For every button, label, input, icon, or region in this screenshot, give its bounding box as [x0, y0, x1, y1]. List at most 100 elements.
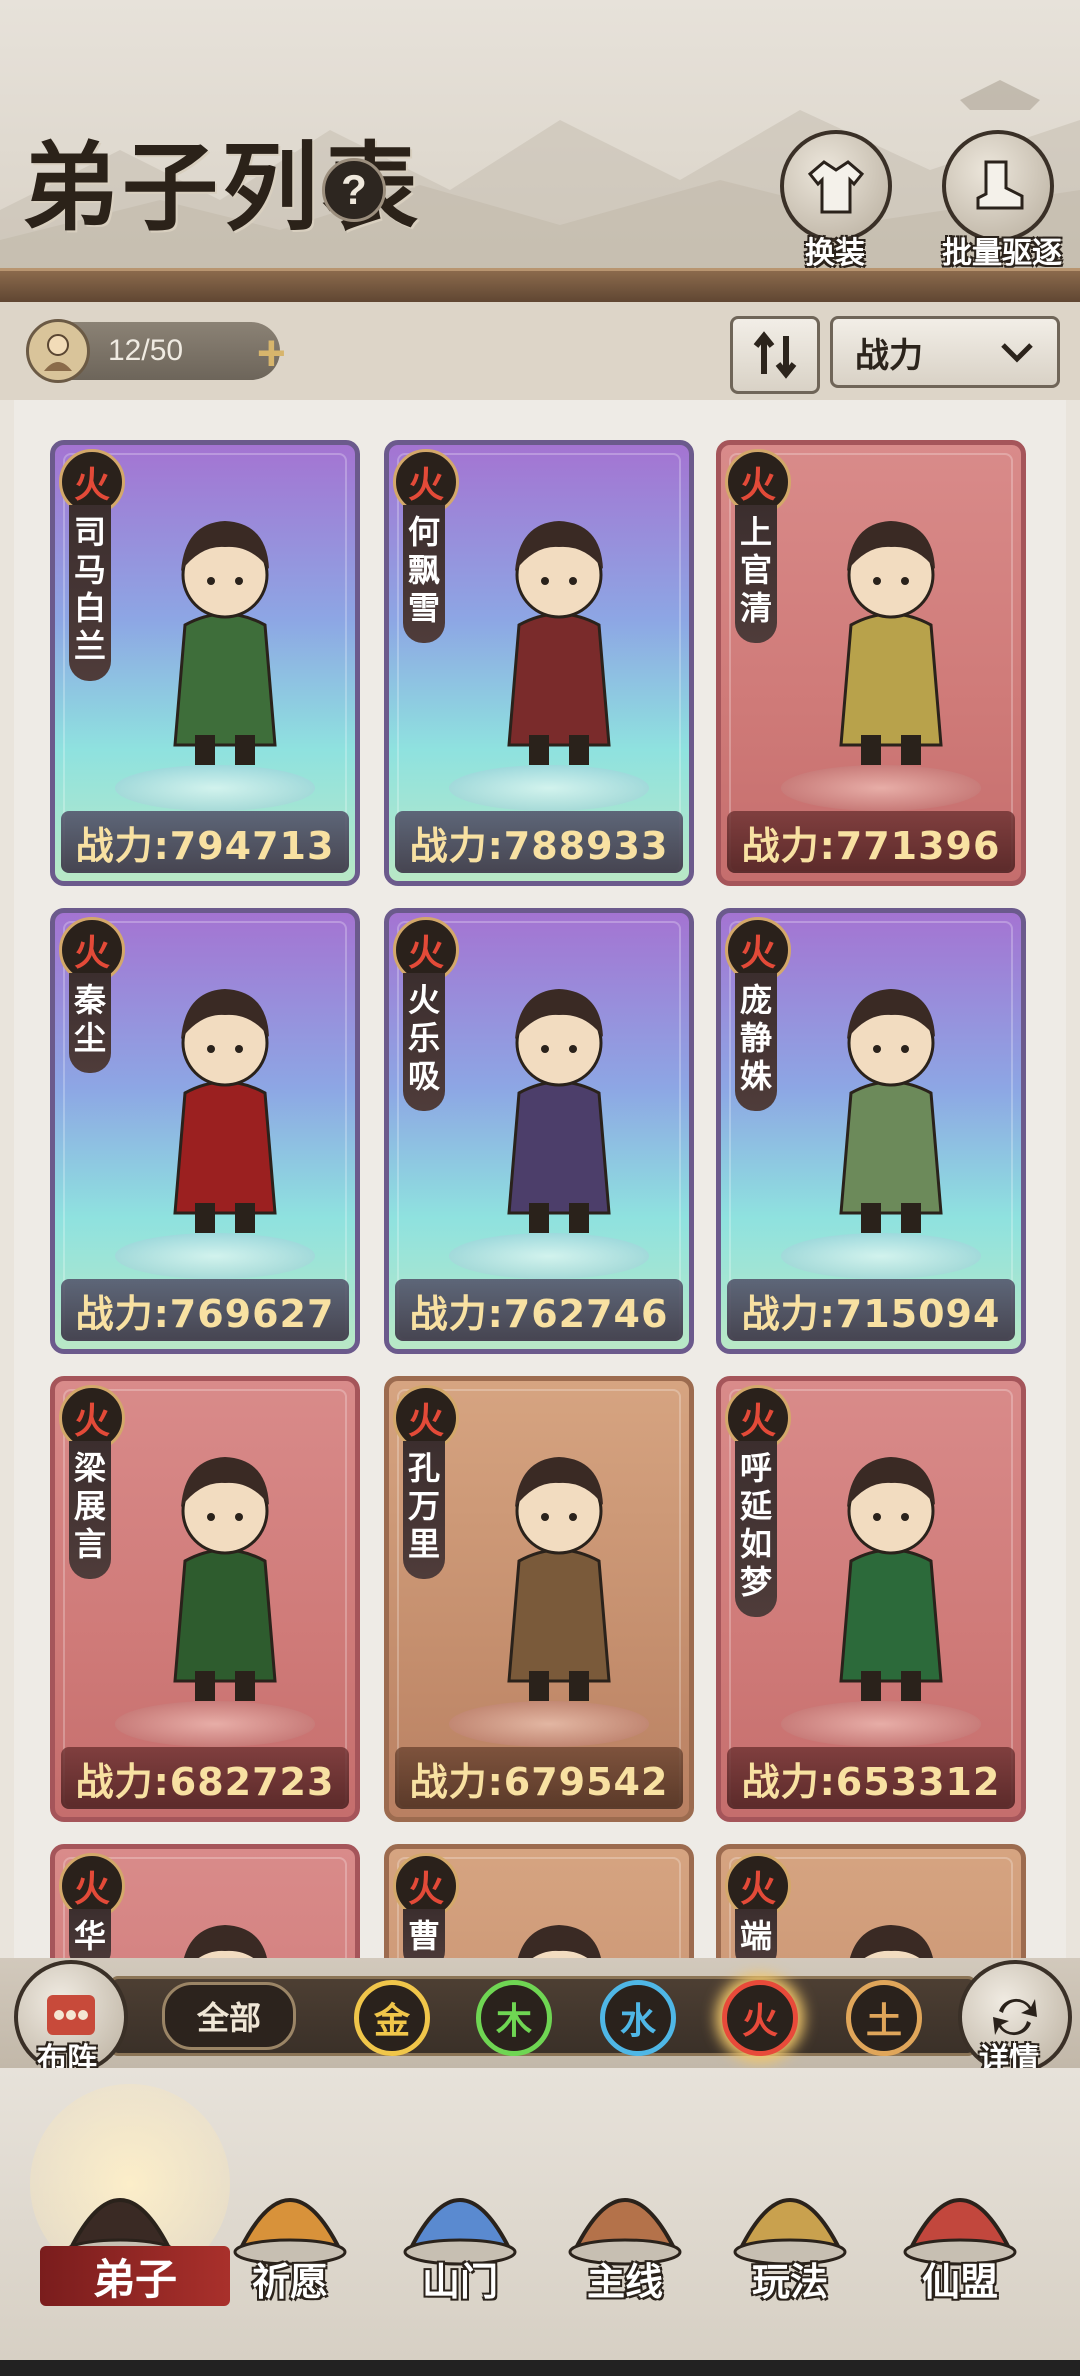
disciple-name: 秦尘 [69, 973, 111, 1073]
disciple-card[interactable]: 火孔万里战力:679542 [384, 1376, 694, 1822]
name-char: 乐 [407, 1019, 440, 1057]
name-char: 火 [407, 981, 440, 1019]
name-char: 吸 [407, 1057, 440, 1095]
disciple-portrait [839, 989, 943, 1233]
batch-expel-button[interactable]: 批量驱逐 [942, 130, 1062, 272]
disciple-portrait [173, 521, 277, 765]
nav-item-3[interactable]: 主线 [545, 2130, 705, 2306]
name-char: 清 [739, 589, 772, 627]
nav-item-1[interactable]: 祈愿 [210, 2130, 370, 2306]
disciple-portrait [183, 1925, 268, 1960]
filter-element-2[interactable]: 水 [600, 1980, 676, 2056]
combat-power: 战力:679542 [395, 1747, 683, 1809]
name-char: 白 [73, 589, 106, 627]
sort-arrows-icon [753, 331, 797, 379]
name-char: 上 [739, 513, 772, 551]
name-char: 万 [407, 1487, 440, 1525]
disciple-card[interactable]: 火庞静姝战力:715094 [716, 908, 1026, 1354]
help-button[interactable]: ? [322, 158, 386, 222]
robe-icon [780, 130, 892, 242]
name-char: 华 [73, 1917, 106, 1955]
disciple-portrait [839, 1457, 943, 1701]
filter-element-4[interactable]: 土 [846, 1980, 922, 2056]
name-char: 里 [407, 1525, 440, 1563]
nav-item-2[interactable]: 山门 [380, 2130, 540, 2306]
disciple-grid: 火司马白兰战力:794713 火何飘雪战力:788933 火上官清战力:771396… [14, 400, 1066, 1960]
filter-element-0[interactable]: 金 [354, 1980, 430, 2056]
change-outfit-label: 换装 [805, 237, 865, 270]
disciple-card[interactable]: 火梁展言战力:682723 [50, 1376, 360, 1822]
name-char: 延 [739, 1487, 772, 1525]
combat-power: 战力:794713 [61, 811, 349, 873]
disciple-card[interactable]: 火华 [50, 1844, 360, 1960]
disciple-portrait [507, 1457, 611, 1701]
screen-edge [0, 2360, 1080, 2376]
disciple-card[interactable]: 火端 [716, 1844, 1026, 1960]
combat-power: 战力:771396 [727, 811, 1015, 873]
sort-select[interactable]: 战力 [830, 316, 1060, 388]
disciple-name: 何飘雪 [403, 505, 445, 643]
disciple-name: 司马白兰 [69, 505, 111, 681]
add-slot-button[interactable]: + [257, 324, 286, 382]
chevron-down-icon [1001, 343, 1033, 363]
name-char: 飘 [407, 551, 440, 589]
name-char: 雪 [407, 589, 440, 627]
disciple-avatar-icon [26, 319, 90, 383]
name-char: 何 [407, 513, 440, 551]
disciple-card[interactable]: 火呼延如梦战力:653312 [716, 1376, 1026, 1822]
boot-icon [942, 130, 1054, 242]
nav-item-4[interactable]: 玩法 [710, 2130, 870, 2306]
disciple-name: 端 [735, 1909, 777, 1960]
nav-label: 弟子 [40, 2246, 230, 2306]
disciple-name: 华 [69, 1909, 111, 1960]
disciple-portrait [507, 989, 611, 1233]
name-char: 曹 [407, 1917, 440, 1955]
disciple-card[interactable]: 火曹 [384, 1844, 694, 1960]
name-char: 秦 [73, 981, 106, 1019]
disciple-portrait [173, 1457, 277, 1701]
toolbar: 12/50 + 战力 [0, 302, 1080, 400]
disciple-card[interactable]: 火何飘雪战力:788933 [384, 440, 694, 886]
nav-icon [568, 2198, 682, 2266]
nav-icon [233, 2198, 347, 2266]
name-char: 官 [739, 551, 772, 589]
name-char: 司 [73, 513, 106, 551]
name-char: 姝 [739, 1057, 772, 1095]
name-char: 展 [73, 1487, 106, 1525]
nav-icon [733, 2198, 847, 2266]
disciple-card[interactable]: 火司马白兰战力:794713 [50, 440, 360, 886]
name-char: 梦 [739, 1563, 772, 1601]
sort-select-value: 战力 [855, 336, 923, 375]
nav-icon [903, 2198, 1017, 2266]
disciple-name: 上官清 [735, 505, 777, 643]
combat-power: 战力:769627 [61, 1279, 349, 1341]
disciple-portrait [849, 1925, 934, 1960]
name-char: 如 [739, 1525, 772, 1563]
disciple-name: 呼延如梦 [735, 1441, 777, 1617]
disciple-name: 火乐吸 [403, 973, 445, 1111]
name-char: 呼 [739, 1449, 772, 1487]
name-char: 兰 [73, 627, 106, 665]
disciple-portrait [173, 989, 277, 1233]
disciple-card[interactable]: 火火乐吸战力:762746 [384, 908, 694, 1354]
disciple-card[interactable]: 火上官清战力:771396 [716, 440, 1026, 886]
filter-all-button[interactable]: 全部 [162, 1982, 296, 2050]
filter-element-1[interactable]: 木 [476, 1980, 552, 2056]
disciple-portrait [507, 521, 611, 765]
nav-item-5[interactable]: 仙盟 [880, 2130, 1040, 2306]
disciple-card[interactable]: 火秦尘战力:769627 [50, 908, 360, 1354]
disciple-count: 12/50 + [26, 319, 286, 383]
name-char: 孔 [407, 1449, 440, 1487]
disciple-name: 孔万里 [403, 1441, 445, 1579]
disciple-portrait [839, 521, 943, 765]
filter-element-3[interactable]: 火 [722, 1980, 798, 2056]
combat-power: 战力:788933 [395, 811, 683, 873]
sort-order-button[interactable] [730, 316, 820, 394]
change-outfit-button[interactable]: 换装 [780, 130, 892, 272]
batch-expel-label: 批量驱逐 [942, 237, 1062, 270]
combat-power: 战力:682723 [61, 1747, 349, 1809]
combat-power: 战力:762746 [395, 1279, 683, 1341]
name-char: 庞 [739, 981, 772, 1019]
name-char: 端 [739, 1917, 772, 1955]
name-char: 言 [73, 1525, 106, 1563]
